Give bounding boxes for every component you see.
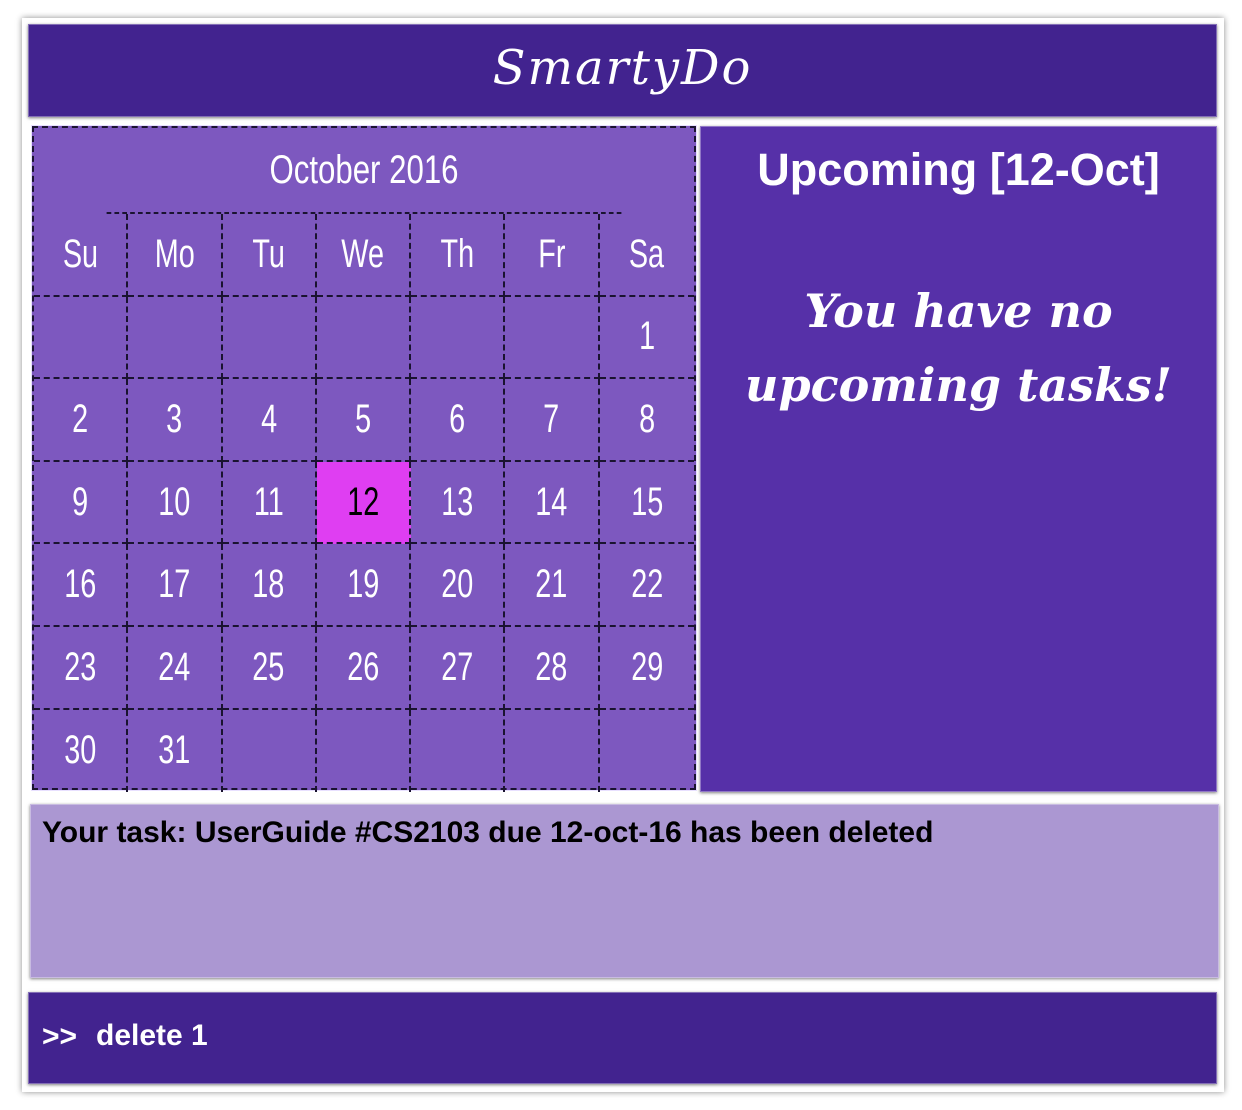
calendar-empty-cell: [411, 296, 506, 380]
calendar-day[interactable]: 24: [128, 626, 223, 710]
app-title: SmartyDo: [492, 39, 753, 96]
calendar-day[interactable]: 29: [599, 627, 694, 710]
calendar-empty-cell: [505, 709, 600, 793]
calendar-empty-cell: [600, 710, 694, 793]
upcoming-panel: Upcoming [12-Oct] You have no upcoming t…: [700, 126, 1217, 792]
calendar-day[interactable]: 26: [316, 626, 412, 710]
calendar-grid: Su Mo Tu We Th Fr Sa 1 2 3 4 5 6 7 8 9 10 11 12 13 14 15 16 17 1…: [34, 214, 694, 793]
calendar-day[interactable]: 30: [34, 709, 129, 793]
calendar-empty-cell: [316, 296, 412, 380]
calendar-day[interactable]: 28: [505, 626, 600, 710]
calendar-day[interactable]: 10: [128, 461, 223, 545]
calendar-empty-cell: [411, 709, 506, 793]
calendar: October 2016 Su Mo Tu We Th Fr Sa 1 2 3 4 5 6 7 8 9 10 11…: [32, 126, 696, 793]
calendar-day[interactable]: 31: [128, 709, 223, 793]
calendar-day[interactable]: 14: [505, 461, 600, 545]
calendar-day[interactable]: 4: [222, 379, 317, 462]
calendar-empty-cell: [505, 296, 600, 380]
feedback-panel: Your task: UserGuide #CS2103 due 12-oct-…: [30, 804, 1219, 978]
calendar-day[interactable]: 3: [128, 379, 223, 462]
command-bar[interactable]: >>: [28, 992, 1217, 1084]
calendar-day[interactable]: 1: [599, 297, 694, 380]
calendar-empty-cell: [128, 296, 223, 380]
app-window: SmartyDo October 2016 Su Mo Tu We Th Fr Sa 1 2 3 4…: [22, 18, 1224, 1092]
calendar-day[interactable]: 21: [505, 544, 600, 627]
calendar-day[interactable]: 27: [411, 626, 506, 710]
calendar-day[interactable]: 8: [599, 379, 694, 462]
calendar-day[interactable]: 19: [316, 544, 412, 627]
calendar-day[interactable]: 20: [411, 544, 506, 627]
calendar-day[interactable]: 23: [34, 626, 129, 710]
calendar-day[interactable]: 16: [34, 544, 129, 627]
weekday-header: Su: [34, 214, 129, 297]
weekday-header: Th: [411, 214, 506, 297]
calendar-month-label: October 2016: [106, 128, 622, 214]
command-prompt: >>: [42, 1020, 78, 1053]
calendar-day[interactable]: 17: [128, 544, 223, 627]
calendar-day[interactable]: 25: [222, 626, 317, 710]
weekday-header: Mo: [128, 214, 223, 297]
feedback-message: Your task: UserGuide #CS2103 due 12-oct-…: [42, 816, 934, 849]
weekday-header: We: [316, 214, 412, 297]
calendar-day[interactable]: 6: [411, 379, 506, 462]
calendar-day[interactable]: 22: [599, 544, 694, 627]
calendar-empty-cell: [222, 296, 317, 380]
weekday-header: Sa: [599, 214, 694, 297]
upcoming-empty-message: You have no upcoming tasks!: [745, 284, 1172, 412]
calendar-empty-cell: [317, 709, 412, 793]
calendar-day-selected[interactable]: 12: [316, 461, 412, 545]
upcoming-title: Upcoming [12-Oct]: [757, 144, 1160, 195]
command-input[interactable]: [96, 1016, 1096, 1056]
weekday-header: Fr: [505, 214, 600, 297]
weekday-header: Tu: [222, 214, 317, 297]
calendar-day[interactable]: 15: [599, 462, 694, 545]
calendar-day[interactable]: 7: [505, 379, 600, 462]
title-bar: SmartyDo: [28, 24, 1217, 117]
calendar-empty-cell: [34, 296, 129, 380]
calendar-day[interactable]: 18: [222, 544, 317, 627]
calendar-day[interactable]: 2: [34, 379, 129, 462]
calendar-day[interactable]: 9: [34, 461, 129, 545]
calendar-day[interactable]: 5: [316, 379, 412, 462]
calendar-day[interactable]: 11: [222, 461, 317, 545]
calendar-empty-cell: [223, 709, 317, 793]
calendar-day[interactable]: 13: [411, 461, 506, 545]
